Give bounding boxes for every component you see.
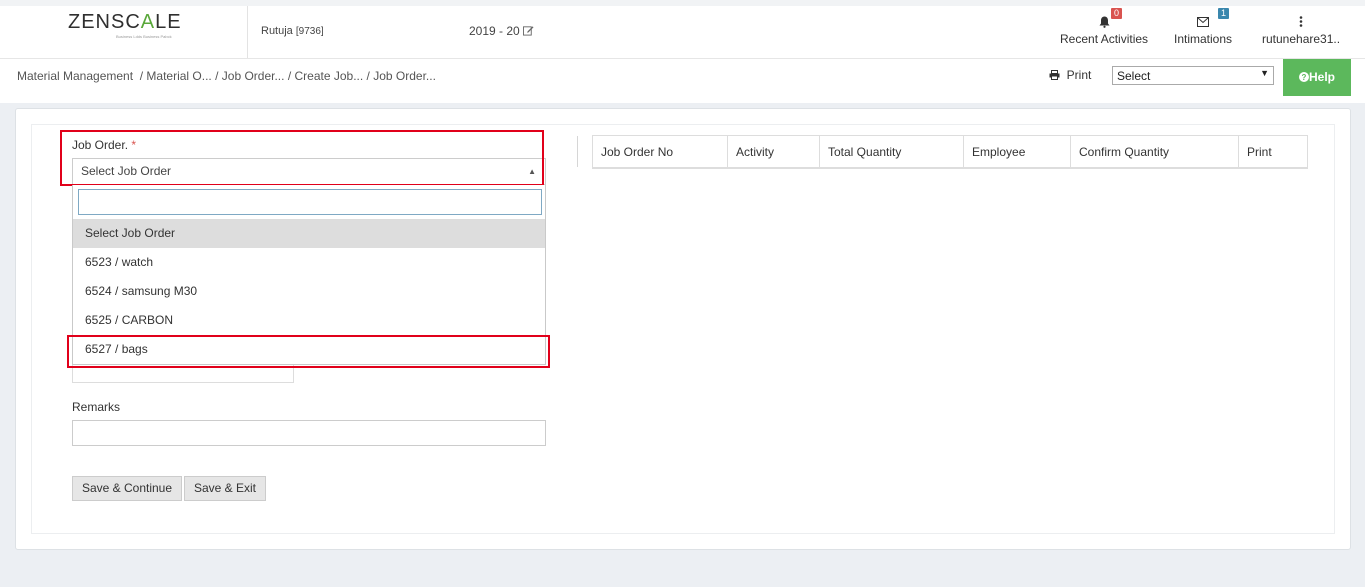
save-exit-button[interactable]: Save & Exit <box>184 476 266 501</box>
printer-icon <box>1049 70 1060 80</box>
dropdown-option[interactable]: Select Job Order <box>73 219 545 248</box>
envelope-icon <box>1197 17 1210 27</box>
user-id: Rutuja [9736] <box>261 25 324 37</box>
breadcrumb-item[interactable]: / Job Order... <box>367 69 436 83</box>
intimations-count-badge: 1 <box>1218 8 1230 19</box>
top-header <box>0 0 1365 59</box>
logo-tagline: Business Ldds Business Pabck <box>116 34 172 39</box>
breadcrumb-item[interactable]: / Job Order... <box>215 69 284 83</box>
breadcrumb-item[interactable]: Material Management <box>17 69 133 83</box>
highlight-bags-option <box>67 335 550 368</box>
breadcrumb-item[interactable]: / Material O... <box>140 69 212 83</box>
financial-year[interactable]: 2019 - 20 <box>469 24 534 38</box>
remarks-input[interactable] <box>72 420 546 446</box>
intimations-label: Intimations <box>1174 32 1233 46</box>
remarks-label: Remarks <box>72 400 121 414</box>
account-name: rutunehare31.. <box>1262 32 1341 46</box>
vertical-dots-icon <box>1299 16 1303 27</box>
column-header-confirm-quantity: Confirm Quantity <box>1071 136 1239 168</box>
breadcrumb-item[interactable]: / Create Job... <box>288 69 363 83</box>
print-button[interactable]: Print <box>1049 68 1091 82</box>
recent-activities-label: Recent Activities <box>1060 32 1149 46</box>
column-header-job-order-no: Job Order No <box>593 136 728 168</box>
column-header-employee: Employee <box>964 136 1071 168</box>
activities-count-badge: 0 <box>1111 8 1123 19</box>
dropdown-search-input[interactable] <box>78 189 542 215</box>
column-header-activity: Activity <box>728 136 820 168</box>
recent-activities[interactable]: 0 Recent Activities <box>1060 8 1149 46</box>
header-divider <box>247 6 248 58</box>
help-button[interactable]: ? Help <box>1283 59 1351 96</box>
column-header-print: Print <box>1247 145 1272 159</box>
top-select[interactable]: Select ▼ <box>1112 66 1274 85</box>
bell-icon <box>1099 16 1110 28</box>
save-continue-button[interactable]: Save & Continue <box>72 476 182 501</box>
svg-text:?: ? <box>1302 73 1307 82</box>
edit-icon[interactable] <box>523 25 534 36</box>
intimations[interactable]: 1 Intimations <box>1174 8 1233 46</box>
highlight-job-order <box>60 130 544 186</box>
app-logo[interactable]: ZENSCALE <box>68 11 182 34</box>
dropdown-option[interactable]: 6523 / watch <box>73 248 545 277</box>
breadcrumb: Material Management / Material O... / Jo… <box>17 69 436 83</box>
column-header-total-quantity: Total Quantity <box>820 136 964 168</box>
caret-down-icon: ▼ <box>1260 68 1269 78</box>
dropdown-option[interactable]: 6524 / samsung M30 <box>73 277 545 306</box>
job-order-table-header: Job Order No Activity Total Quantity Emp… <box>592 135 1308 169</box>
print-label: Print <box>1066 68 1092 82</box>
question-circle-icon: ? <box>1298 72 1309 82</box>
dropdown-option[interactable]: 6525 / CARBON <box>73 306 545 335</box>
user-account-menu[interactable]: rutunehare31.. <box>1262 16 1340 46</box>
column-separator <box>577 136 578 167</box>
